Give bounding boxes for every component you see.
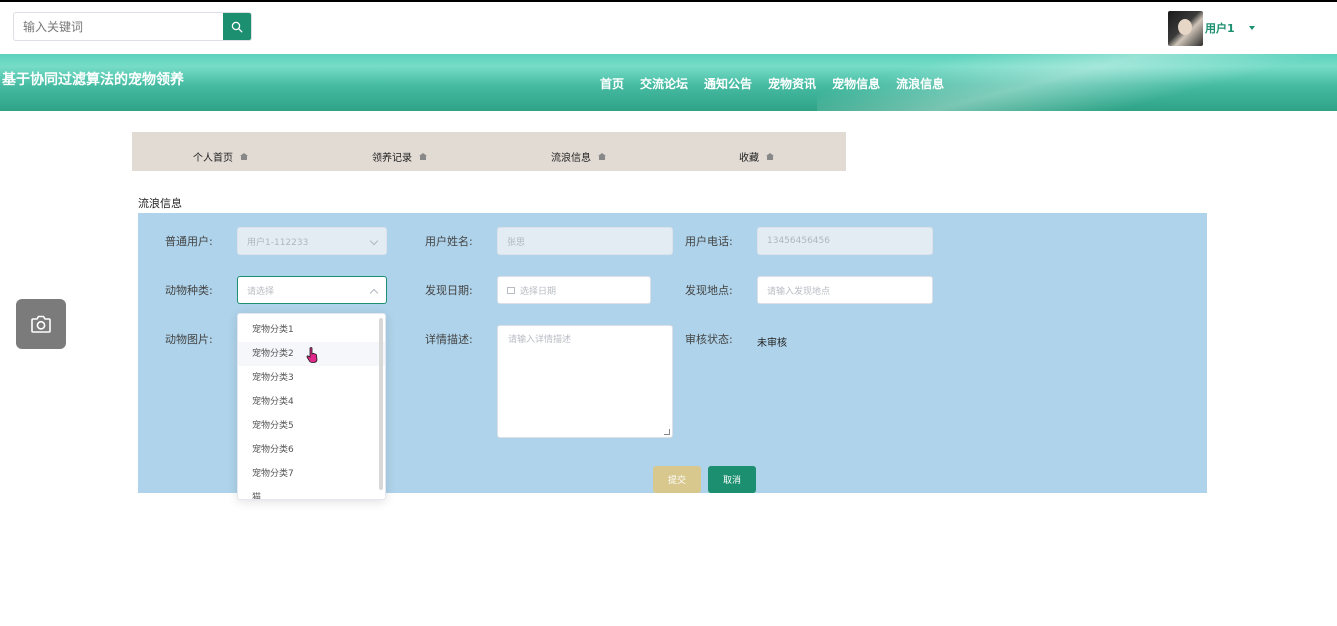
home-icon (598, 153, 606, 160)
nav-pet-info[interactable]: 宠物信息 (824, 75, 888, 92)
site-header: 基于协同过滤算法的宠物领养 首页 交流论坛 通知公告 宠物资讯 宠物信息 流浪信… (0, 54, 1337, 111)
dropdown-option[interactable]: 宠物分类1 (238, 318, 385, 342)
username-field[interactable]: 张思 (497, 227, 673, 255)
subnav-item-label: 个人首页 (193, 153, 233, 164)
user-select-value: 用户1-112233 (247, 237, 309, 248)
subnav-item-label: 领养记录 (372, 153, 412, 164)
submit-button[interactable]: 提交 (653, 466, 701, 493)
search-button[interactable] (223, 13, 251, 40)
subnav-item-stray[interactable]: 流浪信息 (551, 149, 606, 164)
found-place-input[interactable]: 请输入发现地点 (757, 276, 933, 304)
top-bar: 用户1 (0, 2, 1337, 54)
hand-cursor-icon (306, 347, 318, 363)
dropdown-option[interactable]: 宠物分类7 (238, 462, 385, 486)
subnav-item-label: 收藏 (739, 153, 759, 164)
username-label: 用户姓名: (425, 235, 473, 248)
review-status-label: 审核状态: (685, 333, 733, 346)
home-icon (766, 153, 774, 160)
chevron-up-icon (369, 288, 379, 298)
phone-field[interactable]: 13456456456 (757, 227, 933, 255)
username-label[interactable]: 用户1 (1205, 20, 1235, 36)
username-value: 张思 (507, 237, 526, 248)
subnav-item-home[interactable]: 个人首页 (193, 149, 248, 164)
cancel-button[interactable]: 取消 (708, 466, 756, 493)
found-place-label: 发现地点: (685, 284, 733, 297)
camera-button[interactable] (16, 299, 66, 349)
user-subnav: 个人首页 领养记录 流浪信息 收藏 (132, 132, 846, 171)
animal-image-label: 动物图片: (165, 333, 213, 346)
nav-pet-news[interactable]: 宠物资讯 (760, 75, 824, 92)
caret-down-icon[interactable] (1248, 26, 1255, 30)
animal-type-placeholder: 请选择 (247, 286, 275, 297)
detail-textarea[interactable]: 请输入详情描述 (497, 325, 673, 438)
detail-label: 详情描述: (425, 333, 473, 346)
nav-stray-info[interactable]: 流浪信息 (888, 75, 952, 92)
resize-handle-icon[interactable] (664, 429, 670, 435)
search-box (13, 12, 252, 41)
animal-type-label: 动物种类: (165, 284, 213, 297)
camera-icon (31, 315, 51, 333)
dropdown-option[interactable]: 宠物分类6 (238, 438, 385, 462)
dropdown-option[interactable]: 宠物分类3 (238, 366, 385, 390)
subnav-item-favorites[interactable]: 收藏 (739, 149, 774, 164)
review-status-value: 未审核 (757, 338, 787, 349)
chevron-down-icon (369, 236, 379, 246)
section-title: 流浪信息 (138, 197, 182, 210)
nav-home[interactable]: 首页 (592, 75, 632, 92)
calendar-icon (507, 286, 515, 294)
found-date-picker[interactable]: 选择日期 (497, 276, 651, 304)
avatar[interactable] (1168, 10, 1203, 46)
animal-type-select[interactable]: 请选择 (237, 276, 387, 304)
subnav-item-label: 流浪信息 (551, 153, 591, 164)
site-title: 基于协同过滤算法的宠物领养 (2, 72, 184, 88)
search-icon (231, 21, 243, 32)
dropdown-option[interactable]: 宠物分类5 (238, 414, 385, 438)
found-place-placeholder: 请输入发现地点 (767, 286, 831, 297)
subnav-item-adoption[interactable]: 领养记录 (372, 149, 427, 164)
dropdown-option[interactable]: 宠物分类4 (238, 390, 385, 414)
dropdown-scrollbar[interactable] (379, 318, 383, 490)
search-input[interactable] (14, 13, 225, 40)
user-label: 普通用户: (165, 235, 213, 248)
phone-label: 用户电话: (685, 235, 733, 248)
nav-forum[interactable]: 交流论坛 (632, 75, 696, 92)
nav-notice[interactable]: 通知公告 (696, 75, 760, 92)
phone-value: 13456456456 (767, 236, 830, 246)
found-date-placeholder: 选择日期 (520, 286, 557, 297)
found-date-label: 发现日期: (425, 284, 473, 297)
detail-placeholder: 请输入详情描述 (508, 335, 572, 345)
home-icon (419, 153, 427, 160)
user-menu[interactable]: 用户1 (1168, 10, 1255, 46)
dropdown-options: 宠物分类1 宠物分类2 宠物分类3 宠物分类4 宠物分类5 宠物分类6 宠物分类… (238, 318, 385, 499)
home-icon (240, 153, 248, 160)
main-nav: 首页 交流论坛 通知公告 宠物资讯 宠物信息 流浪信息 (592, 75, 952, 92)
user-select[interactable]: 用户1-112233 (237, 227, 387, 255)
animal-type-dropdown: 宠物分类1 宠物分类2 宠物分类3 宠物分类4 宠物分类5 宠物分类6 宠物分类… (237, 313, 386, 500)
dropdown-option[interactable]: 猫 (238, 486, 385, 499)
